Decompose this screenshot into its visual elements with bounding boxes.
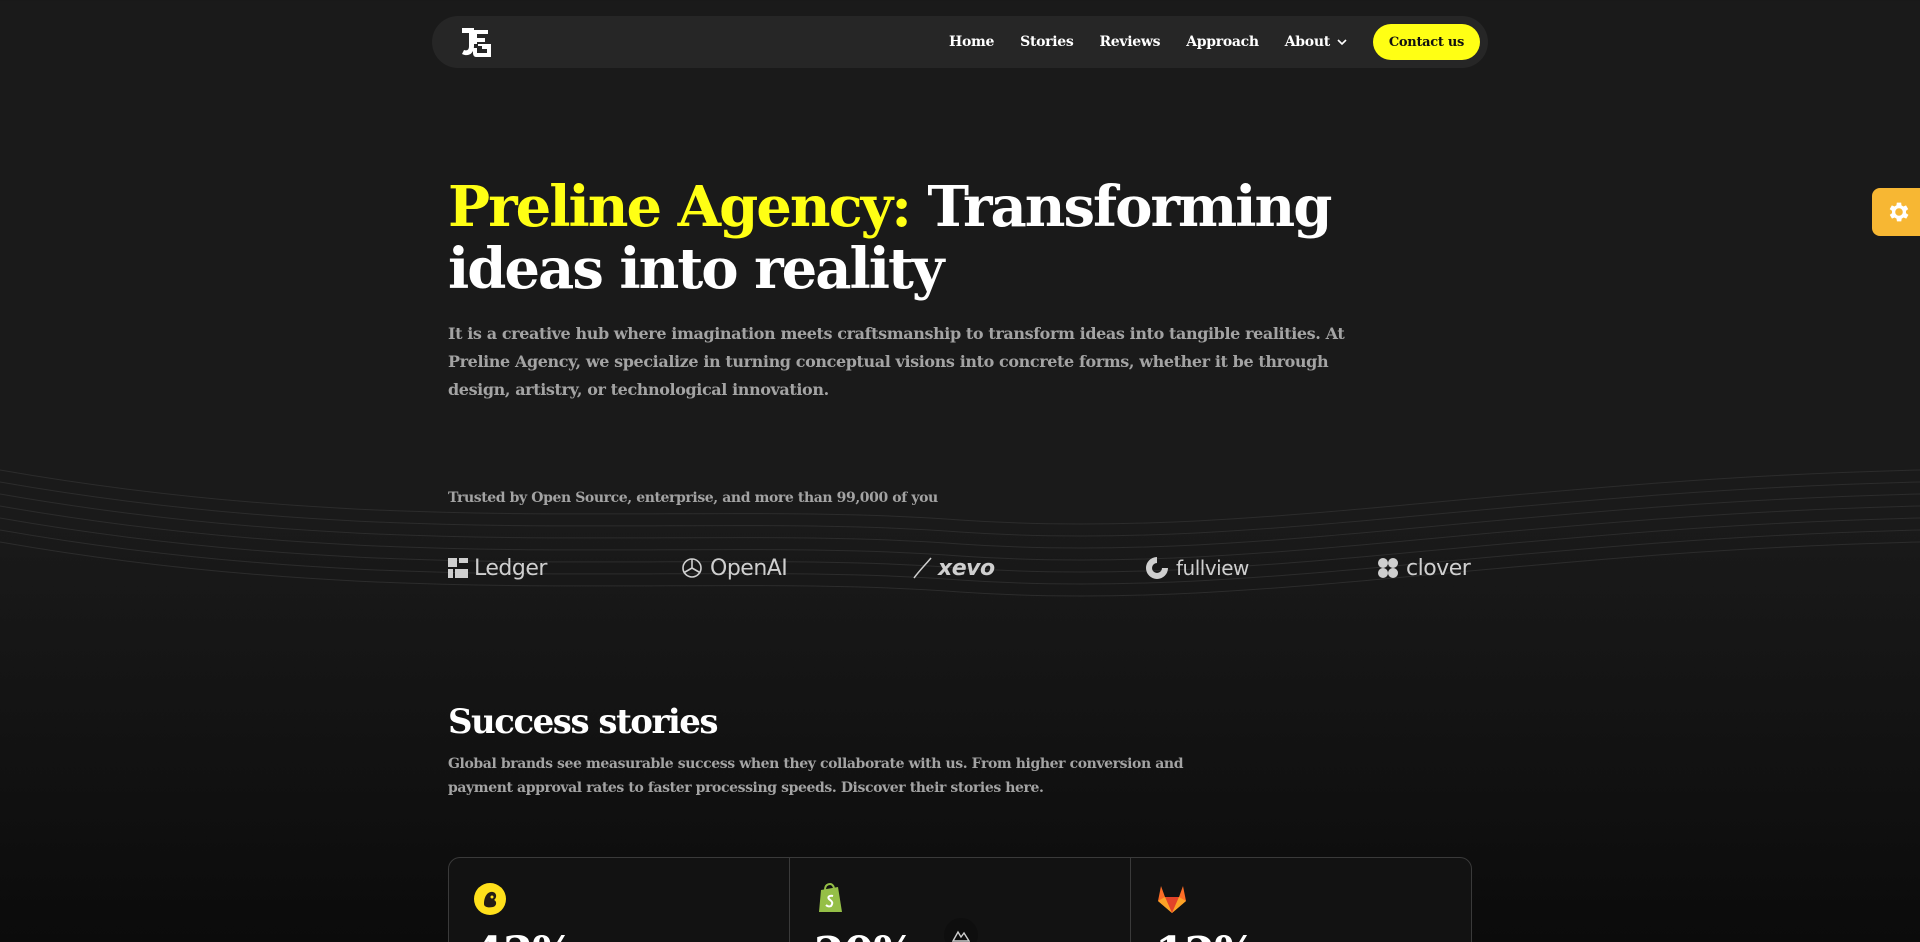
brand-clover: clover — [1376, 548, 1471, 588]
nuxt-icon — [952, 930, 970, 942]
mailchimp-icon — [474, 883, 506, 915]
ledger-icon — [448, 558, 468, 578]
nav-link-label: Home — [949, 34, 995, 50]
nav-links: Home Stories Reviews Approach About Cont… — [936, 24, 1480, 60]
nav-link-label: About — [1284, 34, 1330, 50]
nav-link-approach[interactable]: Approach — [1173, 34, 1272, 50]
shopify-icon — [819, 882, 842, 912]
brand-name: Ledger — [474, 555, 547, 581]
jfg-logo-icon — [462, 28, 491, 57]
story-card-gitlab[interactable]: 12% — [1131, 858, 1471, 942]
nav-link-reviews[interactable]: Reviews — [1086, 34, 1173, 50]
fullview-icon — [1146, 557, 1168, 579]
openai-icon — [682, 558, 702, 578]
gitlab-icon — [1158, 886, 1186, 913]
brand-openai: OpenAI — [680, 548, 788, 588]
wave-pattern-decoration — [0, 469, 1920, 597]
hero-title-accent: Preline Agency: — [448, 174, 912, 240]
clover-icon — [1378, 558, 1398, 578]
brand-ledger: Ledger — [448, 548, 547, 588]
brand-logo[interactable] — [458, 22, 494, 62]
story-stat: 43% — [473, 928, 574, 942]
success-stories-subtitle: Global brands see measurable success whe… — [448, 756, 1184, 796]
nav-link-about[interactable]: About — [1272, 34, 1361, 50]
hero-title: Preline Agency: Transforming ideas into … — [448, 176, 1448, 300]
brand-name: xevo — [938, 555, 995, 581]
brand-name: OpenAI — [710, 555, 788, 581]
story-card-mailchimp[interactable]: 43% — [449, 858, 790, 942]
story-stat: 20% — [814, 928, 915, 942]
brand-xevo: xevo — [912, 548, 995, 588]
settings-button[interactable] — [1872, 188, 1920, 236]
trusted-label: Trusted by Open Source, enterprise, and … — [448, 490, 938, 506]
navbar: Home Stories Reviews Approach About Cont… — [432, 16, 1488, 68]
chevron-down-icon — [1337, 39, 1347, 46]
story-stat: 12% — [1155, 928, 1256, 942]
hero-subtitle: It is a creative hub where imagination m… — [448, 324, 1345, 399]
contact-button[interactable]: Contact us — [1372, 24, 1480, 60]
success-stories-title: Success stories — [448, 702, 719, 742]
nav-link-home[interactable]: Home — [936, 34, 1007, 50]
brand-fullview: fullview — [1144, 548, 1249, 588]
brand-logo-row: Ledger OpenAI xevo fullview clover — [448, 548, 1472, 588]
nav-link-label: Reviews — [1099, 34, 1161, 50]
brand-name: clover — [1406, 555, 1471, 581]
gear-icon — [1889, 202, 1909, 222]
nav-link-label: Approach — [1186, 34, 1259, 50]
contact-button-label: Contact us — [1388, 34, 1464, 50]
brand-name: fullview — [1176, 556, 1249, 580]
nav-link-label: Stories — [1020, 34, 1074, 50]
nav-link-stories[interactable]: Stories — [1007, 34, 1086, 50]
xevo-icon — [913, 557, 932, 579]
